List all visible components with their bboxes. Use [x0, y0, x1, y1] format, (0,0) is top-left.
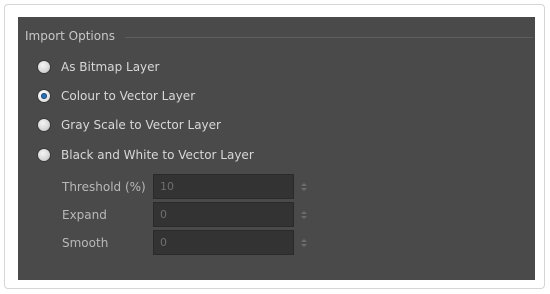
smooth-spinner[interactable] [298, 230, 310, 255]
smooth-row: Smooth 0 [62, 230, 310, 255]
expand-input[interactable]: 0 [153, 202, 294, 227]
spin-down-icon[interactable] [301, 187, 307, 191]
radio-option-label: As Bitmap Layer [61, 60, 160, 74]
smooth-input[interactable]: 0 [153, 230, 294, 255]
radio-button-icon[interactable] [38, 149, 50, 161]
radio-button-icon[interactable] [38, 119, 50, 131]
radio-option-bw-vector[interactable]: Black and White to Vector Layer [38, 146, 254, 164]
group-title: Import Options [25, 29, 115, 43]
spin-down-icon[interactable] [301, 215, 307, 219]
radio-option-colour-vector[interactable]: Colour to Vector Layer [38, 87, 195, 105]
threshold-label: Threshold (%) [62, 179, 146, 194]
threshold-input[interactable]: 10 [153, 174, 294, 199]
spin-up-icon[interactable] [301, 210, 307, 214]
threshold-spinner[interactable] [298, 174, 310, 199]
radio-option-label: Black and White to Vector Layer [61, 148, 254, 162]
expand-spinner[interactable] [298, 202, 310, 227]
group-divider [125, 37, 533, 38]
expand-row: Expand 0 [62, 202, 310, 227]
spin-up-icon[interactable] [301, 182, 307, 186]
radio-option-grayscale-vector[interactable]: Gray Scale to Vector Layer [38, 116, 221, 134]
radio-option-bitmap[interactable]: As Bitmap Layer [38, 58, 159, 76]
import-options-panel: Import Options As Bitmap Layer Colour to… [18, 17, 535, 280]
radio-button-selected-icon[interactable] [38, 90, 50, 102]
spin-down-icon[interactable] [301, 243, 307, 247]
expand-label: Expand [62, 207, 107, 222]
spin-up-icon[interactable] [301, 238, 307, 242]
smooth-label: Smooth [62, 235, 109, 250]
radio-button-icon[interactable] [38, 61, 50, 73]
radio-option-label: Gray Scale to Vector Layer [61, 118, 221, 132]
threshold-row: Threshold (%) 10 [62, 174, 310, 199]
radio-option-label: Colour to Vector Layer [61, 89, 196, 103]
